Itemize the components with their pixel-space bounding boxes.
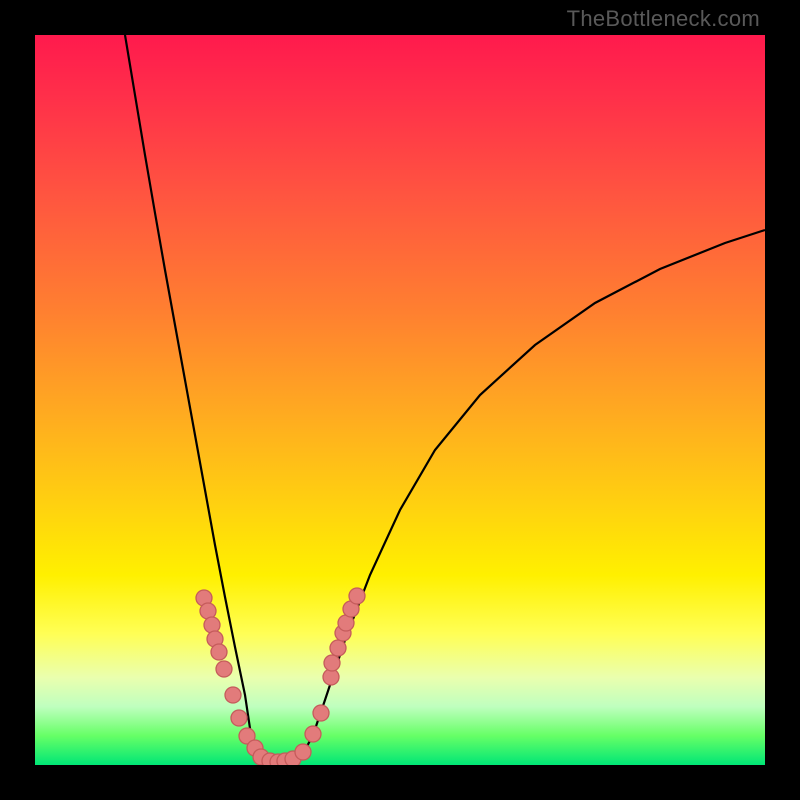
data-point xyxy=(313,705,329,721)
curve-svg xyxy=(35,35,765,765)
data-markers xyxy=(196,588,365,765)
data-point xyxy=(225,687,241,703)
plot-area xyxy=(35,35,765,765)
data-point xyxy=(349,588,365,604)
data-point xyxy=(330,640,346,656)
chart-frame: TheBottleneck.com xyxy=(0,0,800,800)
data-point xyxy=(211,644,227,660)
data-point xyxy=(324,655,340,671)
data-point xyxy=(305,726,321,742)
data-point xyxy=(295,744,311,760)
data-point xyxy=(216,661,232,677)
watermark-text: TheBottleneck.com xyxy=(567,6,760,32)
data-point xyxy=(204,617,220,633)
data-point xyxy=(231,710,247,726)
